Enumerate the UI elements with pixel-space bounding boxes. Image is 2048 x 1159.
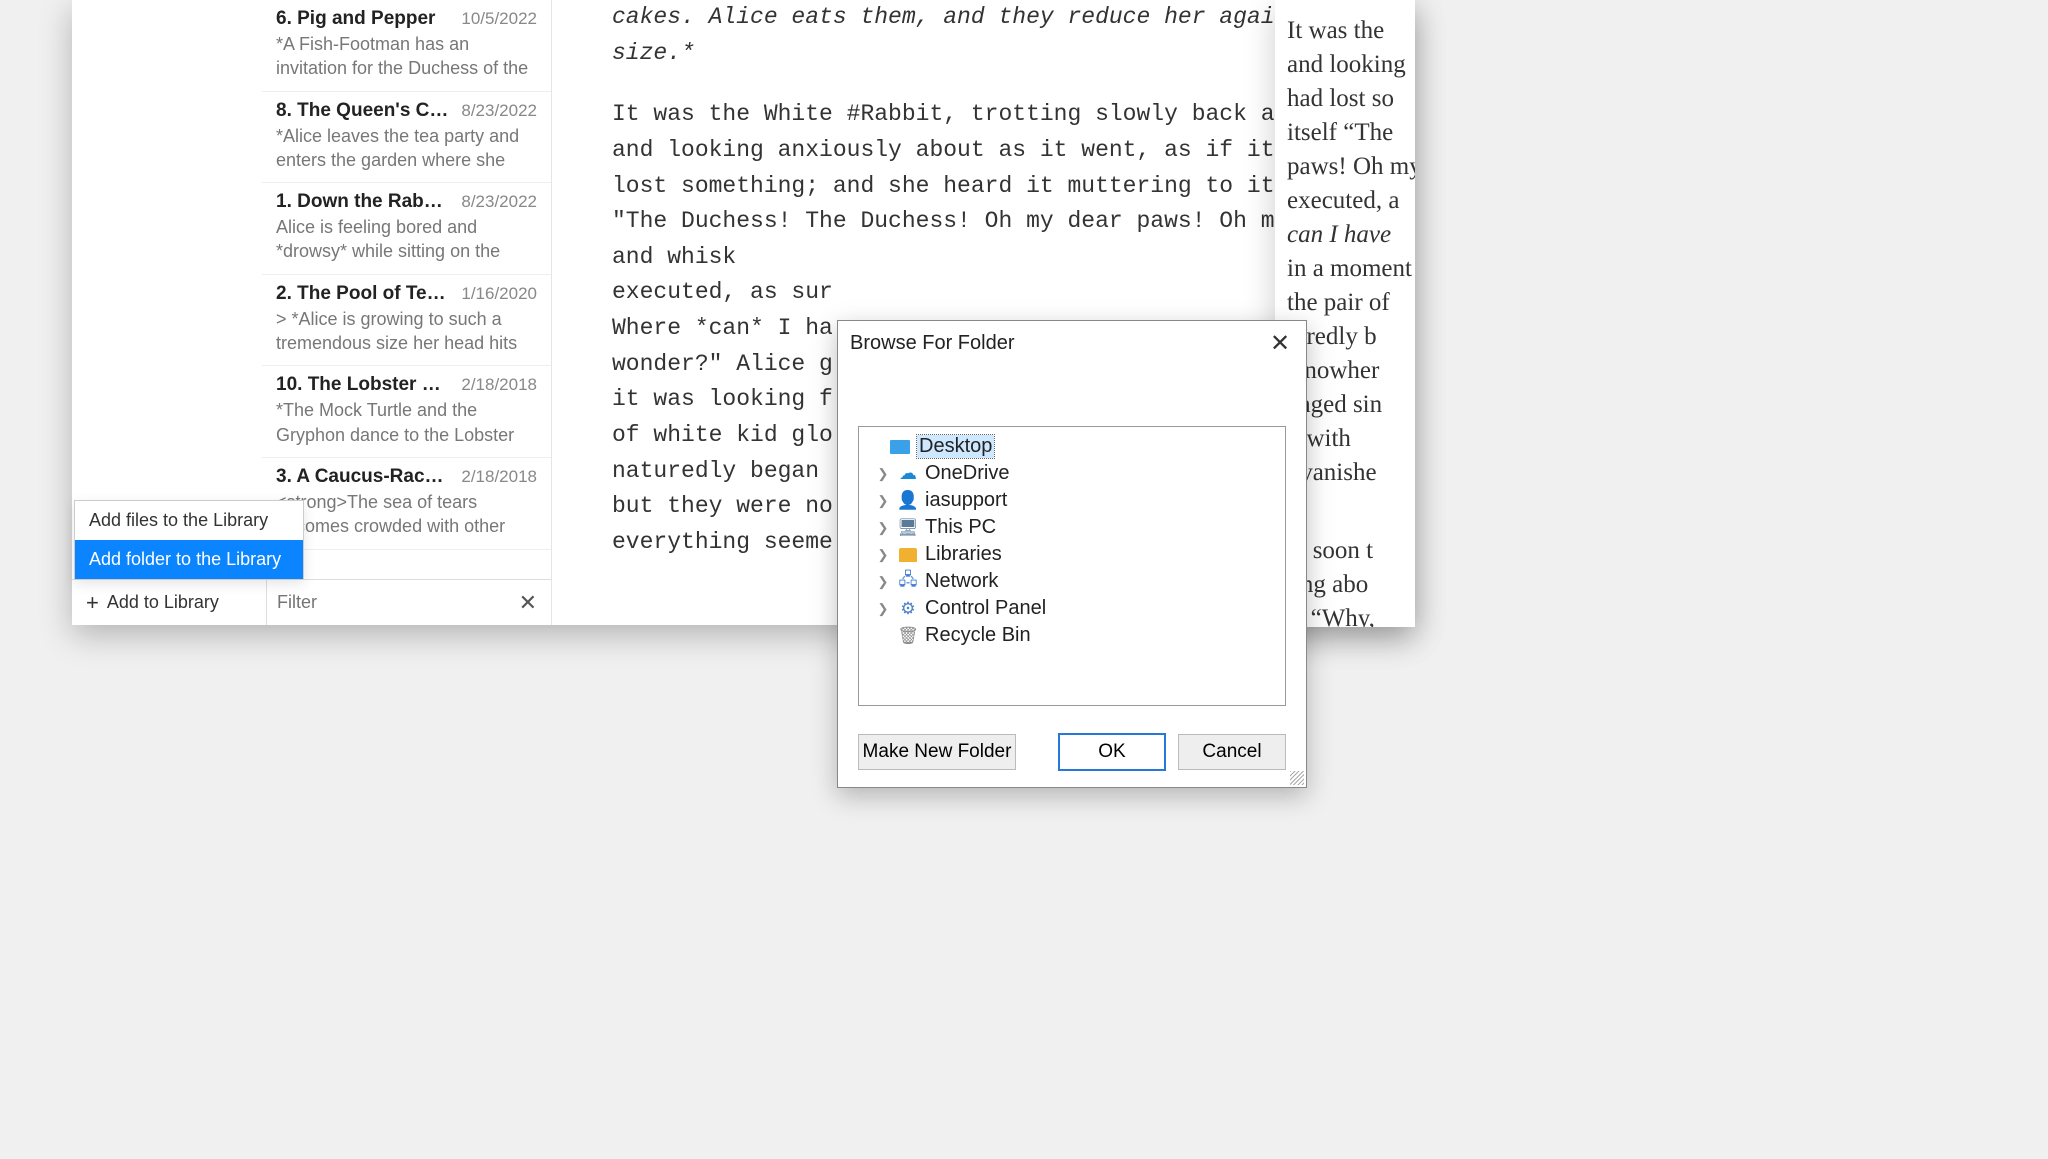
list-item[interactable]: 10. The Lobster Quadrille 2/18/2018 *The M…	[262, 366, 551, 458]
tree-item-label: OneDrive	[925, 462, 1009, 485]
dialog-button-row: Make New Folder OK Cancel	[838, 723, 1306, 787]
tree-item-iasupport[interactable]: ❯ 👤 iasupport	[863, 487, 1281, 514]
preview-line: It was the	[1287, 17, 1384, 44]
tree-item-network[interactable]: ❯ 🖧 Network	[863, 568, 1281, 595]
list-item-date: 8/23/2022	[461, 192, 537, 212]
preview-line: paws! Oh my	[1287, 153, 1415, 180]
tree-item-label: This PC	[925, 516, 996, 539]
list-item-date: 2/18/2018	[461, 467, 537, 487]
cloud-icon: ☁	[897, 465, 919, 483]
library-bottom-bar: + Add to Library ✕	[72, 579, 551, 625]
list-item[interactable]: 6. Pig and Pepper 10/5/2022 *A Fish-Footma…	[262, 0, 551, 92]
list-item[interactable]: 8. The Queen's Croquet-Gr... 8/23/2022 *Al…	[262, 92, 551, 184]
tree-item-onedrive[interactable]: ❯ ☁ OneDrive	[863, 460, 1281, 487]
list-item-excerpt: *A Fish-Footman has an invitation for th…	[276, 32, 537, 81]
preview-line: the pair of	[1287, 289, 1390, 316]
list-item-date: 10/5/2022	[461, 9, 537, 29]
tree-item-libraries[interactable]: ❯ Libraries	[863, 541, 1281, 568]
list-item-title: 10. The Lobster Quadrille	[276, 374, 453, 396]
close-icon[interactable]: ✕	[1264, 329, 1296, 358]
bin-icon: 🗑	[897, 627, 919, 645]
tree-item-desktop[interactable]: Desktop	[863, 433, 1281, 460]
expand-icon[interactable]: ❯	[875, 547, 891, 563]
list-item-title: 6. Pig and Pepper	[276, 8, 453, 30]
library-list[interactable]: 6. Pig and Pepper 10/5/2022 *A Fish-Footma…	[72, 0, 551, 579]
desktop-icon	[889, 438, 911, 456]
list-item[interactable]: 3. A Caucus-Race and a Lo... 2/18/2018 <st…	[262, 458, 551, 550]
list-item-excerpt: Alice is feeling bored and *drowsy* whil…	[276, 215, 537, 264]
list-item-date: 1/16/2020	[461, 284, 537, 304]
browse-folder-dialog: Browse For Folder ✕ Desktop ❯ ☁ OneDrive ❯ 👤 i…	[837, 320, 1307, 788]
list-item-excerpt: > *Alice is growing to such a tremendous…	[276, 307, 537, 356]
list-item-excerpt: *The Mock Turtle and the Gryphon dance t…	[276, 398, 537, 447]
list-item-title: 3. A Caucus-Race and a Lo...	[276, 466, 453, 488]
expand-icon[interactable]: ❯	[875, 520, 891, 536]
tree-item-recycle-bin[interactable]: 🗑 Recycle Bin	[863, 622, 1281, 649]
add-button-label: Add to Library	[107, 592, 219, 613]
user-icon: 👤	[897, 492, 919, 510]
menu-add-folder[interactable]: Add folder to the Library	[75, 540, 303, 579]
expand-icon[interactable]: ❯	[875, 466, 891, 482]
menu-add-files[interactable]: Add files to the Library	[75, 501, 303, 540]
list-item-title: 2. The Pool of Tears	[276, 283, 453, 305]
pc-icon: 🖥	[897, 519, 919, 537]
list-item-date: 2/18/2018	[461, 375, 537, 395]
add-to-library-menu: Add files to the Library Add folder to t…	[74, 500, 304, 580]
preview-line: and looking	[1287, 51, 1406, 78]
preview-line: had lost so	[1287, 85, 1394, 112]
tree-item-control-panel[interactable]: ❯ ⚙ Control Panel	[863, 595, 1281, 622]
tree-item-label: Recycle Bin	[925, 624, 1031, 647]
filter-field-wrap: ✕	[267, 580, 551, 625]
expand-icon[interactable]: ❯	[875, 574, 891, 590]
filter-input[interactable]	[277, 592, 515, 613]
list-item-title: 1. Down the Rabbit Hole	[276, 191, 453, 213]
tree-item-label: Control Panel	[925, 597, 1046, 620]
cancel-button[interactable]: Cancel	[1178, 734, 1286, 770]
net-icon: 🖧	[897, 573, 919, 591]
preview-line: can I have	[1287, 221, 1391, 248]
list-item-excerpt: *Alice leaves the tea party and enters t…	[276, 124, 537, 173]
tree-item-label: iasupport	[925, 489, 1007, 512]
tree-item-label: Network	[925, 570, 998, 593]
resize-grip-icon[interactable]	[1290, 771, 1304, 785]
dialog-title: Browse For Folder	[850, 332, 1015, 355]
tree-item-label: Libraries	[925, 543, 1002, 566]
library-sidebar: 6. Pig and Pepper 10/5/2022 *A Fish-Footma…	[72, 0, 552, 625]
list-item[interactable]: 2. The Pool of Tears 1/16/2020 > *Alice is…	[262, 275, 551, 367]
lib-icon	[897, 546, 919, 564]
list-item-title: 8. The Queen's Croquet-Gr...	[276, 100, 453, 122]
list-item-excerpt: <strong>The sea of tears becomes crowded…	[276, 490, 537, 539]
make-new-folder-button[interactable]: Make New Folder	[858, 734, 1016, 770]
preview-line: in a moment	[1287, 255, 1412, 282]
folder-tree[interactable]: Desktop ❯ ☁ OneDrive ❯ 👤 iasupport ❯ 🖥 This PC ❯ Li…	[858, 426, 1286, 706]
ok-button[interactable]: OK	[1058, 733, 1166, 771]
clear-filter-icon[interactable]: ✕	[515, 590, 541, 616]
editor-paragraph: cakes. Alice eats them, and they reduce …	[612, 0, 1372, 71]
preview-line: itself “The	[1287, 119, 1393, 146]
cp-icon: ⚙	[897, 600, 919, 618]
expand-icon[interactable]: ❯	[875, 601, 891, 617]
list-item[interactable]: 1. Down the Rabbit Hole 8/23/2022 Alice is…	[262, 183, 551, 275]
expand-icon[interactable]: ❯	[875, 493, 891, 509]
dialog-titlebar: Browse For Folder ✕	[838, 321, 1306, 366]
list-item-date: 8/23/2022	[461, 101, 537, 121]
preview-line: executed, a	[1287, 187, 1399, 214]
add-to-library-button[interactable]: + Add to Library	[72, 580, 267, 625]
tree-item-label: Desktop	[917, 435, 994, 458]
plus-icon: +	[86, 590, 99, 616]
dialog-body: Desktop ❯ ☁ OneDrive ❯ 👤 iasupport ❯ 🖥 This PC ❯ Li…	[838, 366, 1306, 723]
tree-item-this-pc[interactable]: ❯ 🖥 This PC	[863, 514, 1281, 541]
